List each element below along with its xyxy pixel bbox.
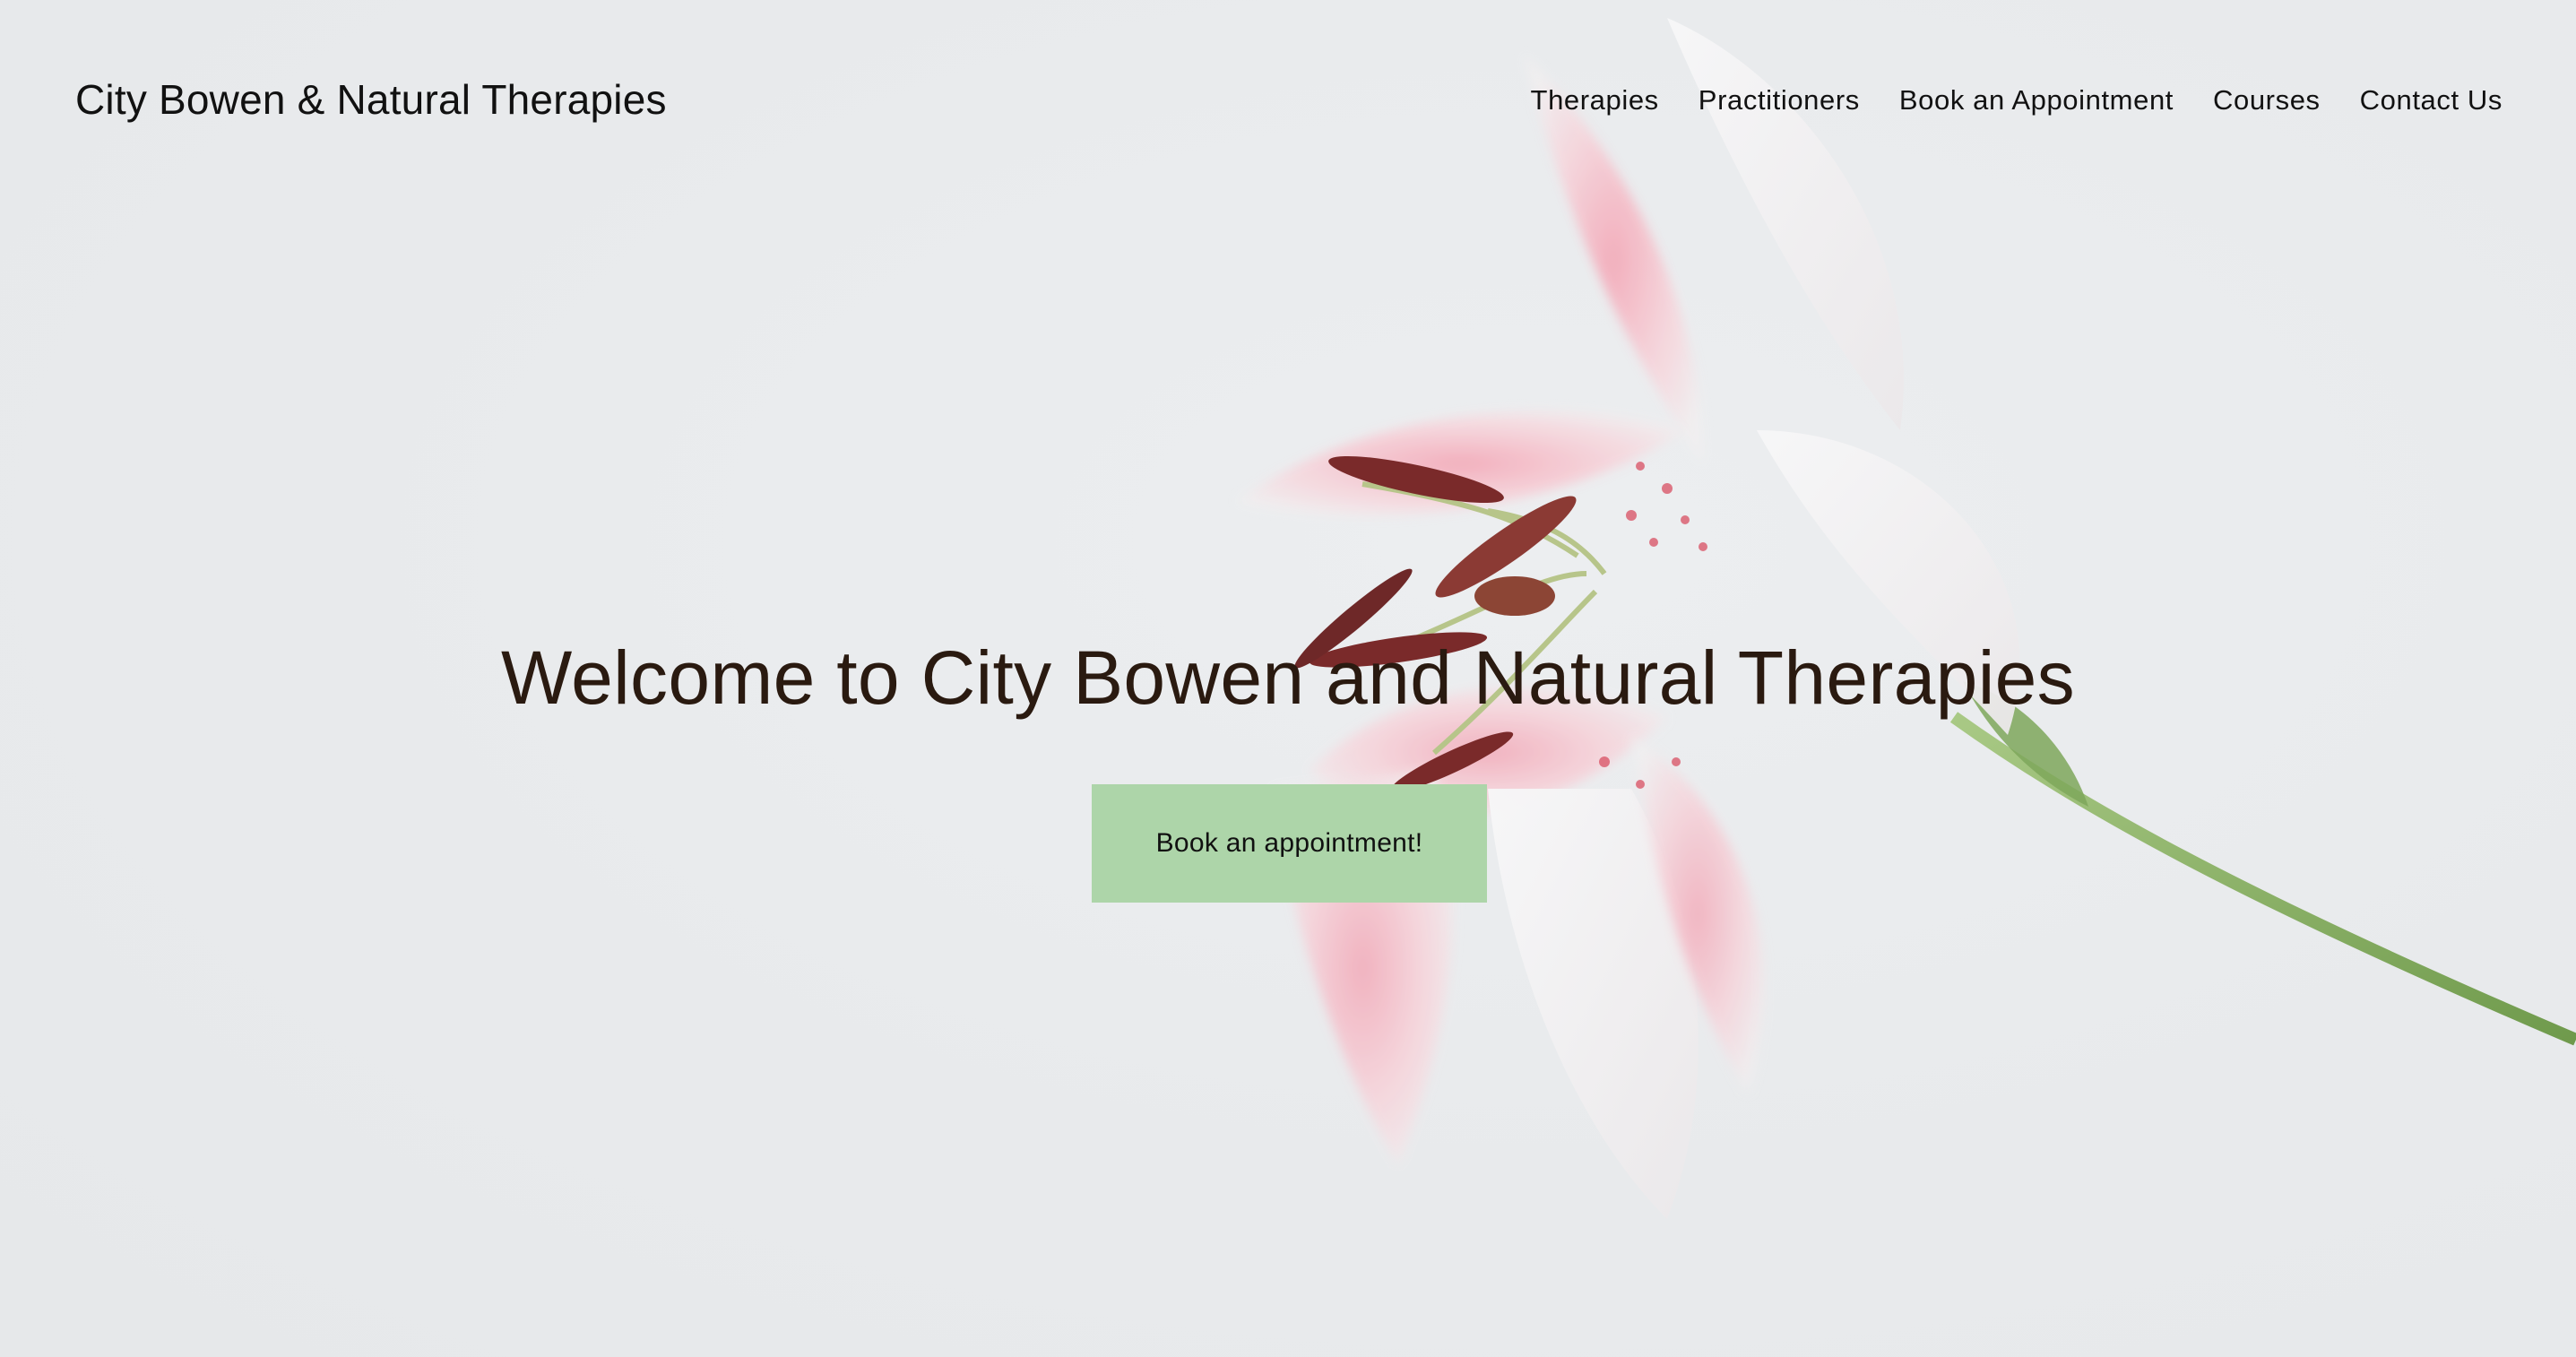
nav-item-book-an-appointment[interactable]: Book an Appointment: [1899, 84, 2174, 117]
nav-item-practitioners[interactable]: Practitioners: [1699, 84, 1860, 117]
page: City Bowen & Natural Therapies Therapies…: [0, 0, 2576, 1357]
book-appointment-button[interactable]: Book an appointment!: [1092, 784, 1487, 903]
nav-item-therapies[interactable]: Therapies: [1531, 84, 1659, 117]
nav-item-contact-us[interactable]: Contact Us: [2360, 84, 2503, 117]
nav-item-courses[interactable]: Courses: [2213, 84, 2321, 117]
site-title[interactable]: City Bowen & Natural Therapies: [75, 75, 667, 124]
main-nav: Therapies Practitioners Book an Appointm…: [1531, 84, 2503, 117]
hero-heading: Welcome to City Bowen and Natural Therap…: [501, 635, 2075, 720]
